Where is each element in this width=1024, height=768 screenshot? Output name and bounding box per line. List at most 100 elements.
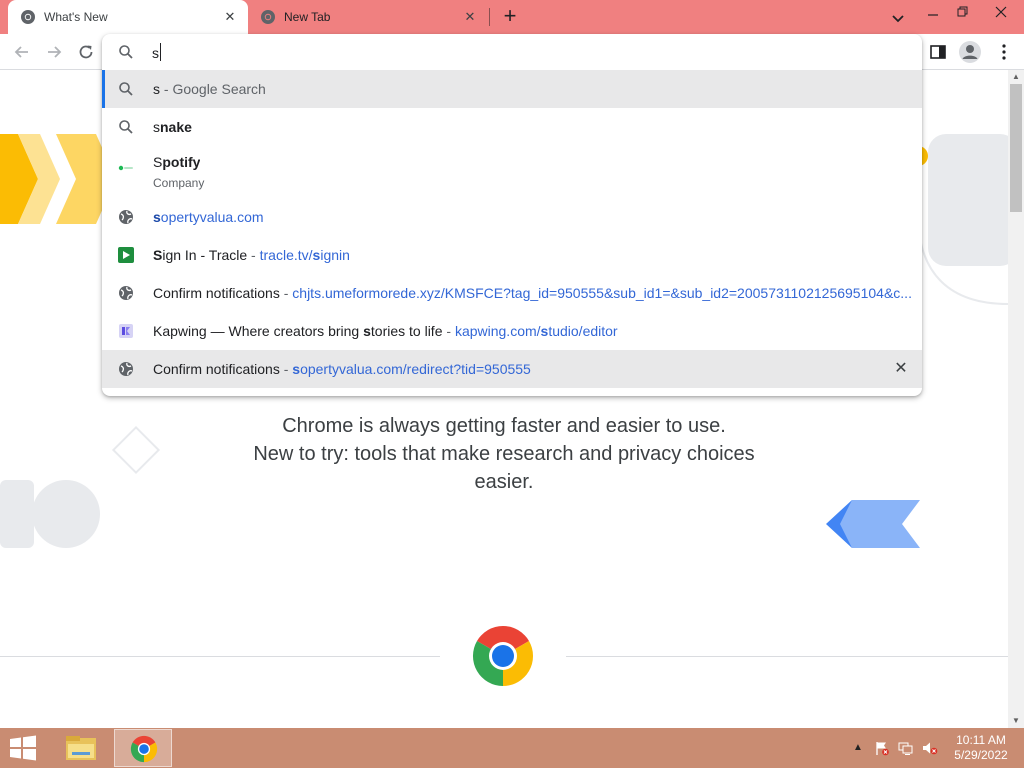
tab-close-icon[interactable]: ✕ xyxy=(222,9,238,25)
suggestion-url-prefix: tracle.tv/ xyxy=(259,247,313,263)
address-bar-input[interactable] xyxy=(152,42,892,64)
show-hidden-icons-chevron-up-icon[interactable]: ▲ xyxy=(850,740,866,756)
globe-icon xyxy=(119,210,133,224)
profile-icon[interactable] xyxy=(958,40,982,64)
hero-line-1: Chrome is always getting faster and easi… xyxy=(282,415,726,437)
hero-line-2: New to try: tools that make research and… xyxy=(253,443,755,465)
hero-text: Chrome is always getting faster and easi… xyxy=(204,412,804,496)
windows-taskbar: ▲ 10:11 AM 5/29/2022 xyxy=(0,728,1024,768)
chrome-favicon-icon xyxy=(261,10,275,24)
suggestion-separator: - xyxy=(160,81,173,97)
divider xyxy=(0,656,440,657)
suggestion-url-typed: s xyxy=(292,361,301,377)
file-explorer-icon[interactable] xyxy=(60,730,104,766)
scroll-thumb[interactable] xyxy=(1010,84,1022,212)
suggestion-typed: s xyxy=(153,209,161,225)
close-window-button[interactable] xyxy=(984,0,1018,24)
tab-title: What's New xyxy=(44,10,108,24)
tab-whats-new[interactable]: What's New ✕ xyxy=(8,0,248,34)
chrome-taskbar-button[interactable] xyxy=(114,729,172,767)
windows-start-icon[interactable] xyxy=(6,734,40,762)
suggestion-text: Sign In - Tracle - tracle.tv/signin xyxy=(153,247,350,263)
scroll-down-arrow-icon[interactable]: ▼ xyxy=(1012,717,1020,725)
suggestion-text: snake xyxy=(153,119,192,135)
suggestion-text: Confirm notifications - sopertyvalua.com… xyxy=(153,361,531,377)
suggestion-text: s - Google Search xyxy=(153,81,266,97)
suggestion-title: Confirm notifications xyxy=(153,361,280,377)
suggestion-url: chjts.umeformorede.xyz/KMSFCE?tag_id=950… xyxy=(292,285,912,301)
chrome-favicon-icon xyxy=(21,10,35,24)
network-icon[interactable] xyxy=(898,740,914,756)
kapwing-icon xyxy=(119,324,133,338)
restore-button[interactable] xyxy=(946,0,980,24)
chrome-logo-icon xyxy=(130,735,158,763)
omnibox-dropdown: s - Google Search snake Spotify Company … xyxy=(102,34,922,396)
restore-icon xyxy=(957,6,968,17)
clock-time: 10:11 AM xyxy=(956,733,1006,747)
suggestion-description: Google Search xyxy=(172,81,266,97)
suggestion-google-search[interactable]: s - Google Search xyxy=(102,70,922,108)
suggestion-spotify[interactable]: Spotify Company xyxy=(102,146,922,198)
suggestion-kapwing[interactable]: Kapwing — Where creators bring stories t… xyxy=(102,312,922,350)
forward-arrow-icon[interactable] xyxy=(44,42,64,62)
suggestion-url-prefix: kapwing.com/ xyxy=(454,323,541,339)
suggestion-title-prefix: Kapwing — Where creators bring xyxy=(153,323,364,339)
suggestion-confirm-notifications-redirect[interactable]: Confirm notifications - sopertyvalua.com… xyxy=(102,350,922,388)
reload-icon[interactable] xyxy=(76,42,96,62)
tab-title: New Tab xyxy=(284,10,331,24)
new-tab-button[interactable]: + xyxy=(498,5,522,29)
chrome-logo-icon xyxy=(472,626,534,686)
divider xyxy=(566,656,1008,657)
suggestion-snake[interactable]: snake xyxy=(102,108,922,146)
suggestion-typed: s xyxy=(153,81,160,97)
tab-close-icon[interactable]: ✕ xyxy=(462,9,478,25)
clock-date: 5/29/2022 xyxy=(954,748,1008,762)
suggestion-separator: - xyxy=(442,323,455,339)
suggestion-tracle[interactable]: Sign In - Tracle - tracle.tv/signin xyxy=(102,236,922,274)
chevron-down-icon[interactable] xyxy=(888,8,908,28)
suggestion-sopertyvalua[interactable]: sopertyvalua.com xyxy=(102,198,922,236)
suggestion-url-rest: ignin xyxy=(320,247,350,263)
gray-decoration xyxy=(910,134,1008,305)
search-icon xyxy=(119,120,133,134)
suggestion-typed: S xyxy=(153,154,163,170)
suggestion-typed: S xyxy=(153,247,163,263)
suggestion-text: Spotify xyxy=(153,154,200,170)
suggestion-subtitle: Company xyxy=(153,176,205,190)
search-icon xyxy=(119,45,133,59)
page-scrollbar[interactable]: ▲ ▼ xyxy=(1008,70,1024,728)
text-caret xyxy=(160,43,161,61)
minimize-button[interactable] xyxy=(916,0,950,24)
blue-ribbon-decoration xyxy=(826,500,920,548)
side-panel-icon[interactable] xyxy=(928,42,948,62)
suggestion-separator: - xyxy=(279,361,293,377)
diamond-decoration xyxy=(111,425,161,475)
suggestion-text: Kapwing — Where creators bring stories t… xyxy=(153,323,618,339)
suggestion-separator: - xyxy=(247,247,260,263)
minimize-icon xyxy=(928,14,938,16)
tab-new-tab[interactable]: New Tab ✕ xyxy=(252,0,490,34)
back-arrow-icon[interactable] xyxy=(12,42,32,62)
suggestion-completion: nake xyxy=(160,119,192,135)
kebab-menu-icon[interactable] xyxy=(994,42,1014,62)
action-center-flag-icon[interactable] xyxy=(874,740,890,756)
scroll-up-arrow-icon[interactable]: ▲ xyxy=(1012,73,1020,81)
suggestion-url-rest: opertyvalua.com xyxy=(160,209,264,225)
suggestion-completion: potify xyxy=(162,154,201,170)
volume-muted-icon[interactable] xyxy=(922,740,938,756)
search-icon xyxy=(119,82,133,96)
suggestion-title-rest: tories to life xyxy=(370,323,443,339)
suggestion-url: sopertyvalua.com xyxy=(153,209,264,225)
tab-strip: What's New ✕ New Tab ✕ + xyxy=(0,0,1024,34)
suggestion-confirm-notifications-chjts[interactable]: Confirm notifications - chjts.umeformore… xyxy=(102,274,922,312)
suggestion-title: Confirm notifications xyxy=(153,285,280,301)
omnibox-input-row xyxy=(102,34,922,70)
suggestion-url-rest: tudio/editor xyxy=(548,323,618,339)
suggestion-text: Confirm notifications - chjts.umeformore… xyxy=(153,285,912,301)
tracle-icon xyxy=(118,247,134,263)
suggestion-typed: s xyxy=(153,119,160,135)
suggestion-separator: - xyxy=(279,285,293,301)
suggestion-url-rest: opertyvalua.com/redirect?tid=950555 xyxy=(300,361,531,377)
remove-suggestion-close-icon[interactable]: ✕ xyxy=(892,360,910,378)
system-clock[interactable]: 10:11 AM 5/29/2022 xyxy=(946,733,1016,763)
